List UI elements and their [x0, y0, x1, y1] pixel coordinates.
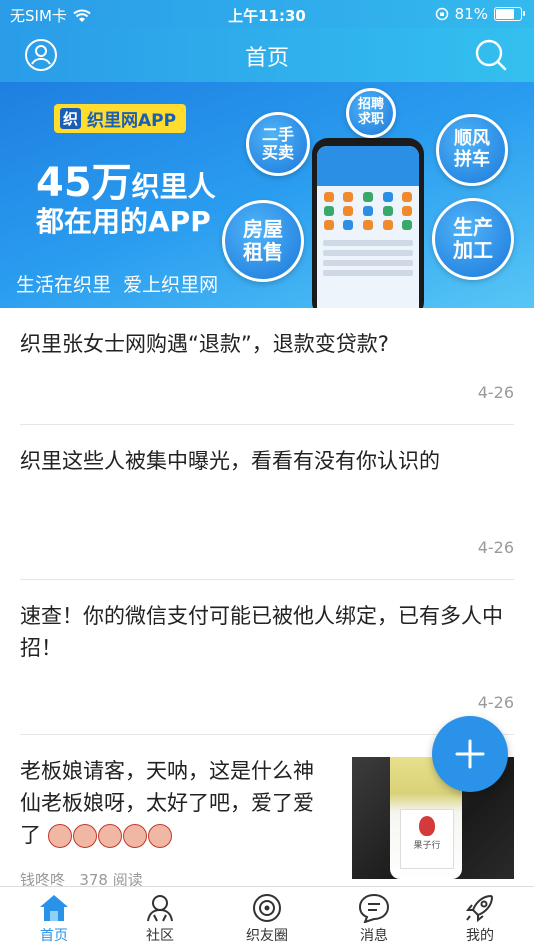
tab-mine[interactable]: 我的	[440, 893, 520, 945]
tab-friends-circle-label: 织友圈	[246, 928, 288, 944]
item-title: 织里这些人被集中曝光，看看有没有你认识的	[20, 449, 440, 473]
tab-community-label: 社区	[146, 928, 174, 944]
battery-fill	[496, 9, 514, 19]
banner-slogan: 生活在织里 爱上织里网	[16, 274, 219, 296]
item-date: 4-26	[477, 693, 514, 712]
home-icon	[40, 895, 68, 921]
item-date: 4-26	[477, 538, 514, 557]
banner-headline-rest: 织里人	[131, 170, 216, 203]
tab-messages-label: 消息	[360, 928, 388, 944]
bubble-production-label: 生产 加工	[453, 215, 493, 262]
item-title: 织里张女士网购遇“退款”，退款变贷款?	[20, 332, 389, 356]
page-title: 首页	[244, 46, 289, 71]
search-icon[interactable]	[474, 38, 508, 72]
emoji-row	[47, 824, 172, 848]
tab-community[interactable]: 社区	[120, 893, 200, 945]
phone-mockup	[312, 138, 424, 308]
promo-banner[interactable]: 织 织里网APP 45万织里人 都在用的APP 招聘 求职 二手 买卖 顺风 拼…	[0, 82, 534, 308]
bubble-jobs: 招聘 求职	[346, 88, 396, 138]
list-item[interactable]: 织里张女士网购遇“退款”，退款变贷款? 4-26	[20, 308, 514, 425]
tab-friends-circle[interactable]: 织友圈	[227, 893, 307, 945]
app-name: 织里网APP	[87, 111, 177, 131]
tab-messages[interactable]: 消息	[334, 893, 414, 945]
list-item[interactable]: 织里这些人被集中曝光，看看有没有你认识的 4-26	[20, 425, 514, 580]
app-tag: 织 织里网APP	[54, 104, 187, 133]
rocket-icon	[465, 894, 494, 923]
bubble-carpool-label: 顺风 拼车	[454, 128, 490, 170]
nav-bar: 首页	[0, 28, 534, 82]
bubble-jobs-label: 招聘 求职	[357, 97, 384, 127]
emoji-icon	[122, 824, 147, 848]
emoji-icon	[47, 824, 72, 848]
emoji-icon	[72, 824, 97, 848]
message-icon	[358, 893, 390, 923]
list-item[interactable]: 速查！你的微信支付可能已被他人绑定，已有多人中招！ 4-26	[20, 580, 514, 735]
add-post-button[interactable]	[432, 716, 508, 792]
item-title-wrap: 老板娘请客，天呐，这是什么神仙老板娘呀，太好了吧，爱了爱了	[20, 735, 326, 851]
bubble-carpool: 顺风 拼车	[436, 114, 508, 186]
battery-icon	[494, 7, 525, 21]
bubble-secondhand: 二手 买卖	[246, 112, 310, 176]
status-right: 81%	[435, 5, 525, 23]
tab-home-label: 首页	[40, 928, 68, 944]
tab-home[interactable]: 首页	[14, 893, 94, 945]
orientation-lock-icon	[435, 7, 448, 21]
community-icon	[147, 895, 173, 922]
bubble-secondhand-label: 二手 买卖	[261, 124, 294, 162]
emoji-icon	[97, 824, 122, 848]
news-feed: 织里张女士网购遇“退款”，退款变贷款? 4-26 织里这些人被集中曝光，看看有没…	[0, 308, 534, 889]
status-bar: 无SIM卡 上午11:30 81%	[0, 0, 534, 28]
strawberry-icon	[419, 816, 435, 836]
app-logo: 织	[60, 108, 82, 129]
item-date: 4-26	[477, 383, 514, 402]
thumb-label: 果子行	[413, 841, 441, 851]
tab-mine-label: 我的	[466, 928, 494, 944]
tab-bar: 首页 社区 织友圈 消息 我的	[0, 886, 534, 951]
plus-icon	[455, 739, 485, 769]
banner-subheadline: 都在用的APP	[36, 205, 211, 238]
bubble-housing-label: 房屋 租售	[243, 217, 283, 264]
bubble-housing: 房屋 租售	[222, 200, 304, 282]
bubble-production: 生产 加工	[432, 198, 514, 280]
emoji-icon	[147, 824, 172, 848]
cup-label: 果子行	[400, 809, 454, 869]
item-title: 速查！你的微信支付可能已被他人绑定，已有多人中招！	[20, 604, 503, 660]
friends-circle-icon	[253, 894, 281, 922]
battery-percent: 81%	[454, 5, 488, 23]
